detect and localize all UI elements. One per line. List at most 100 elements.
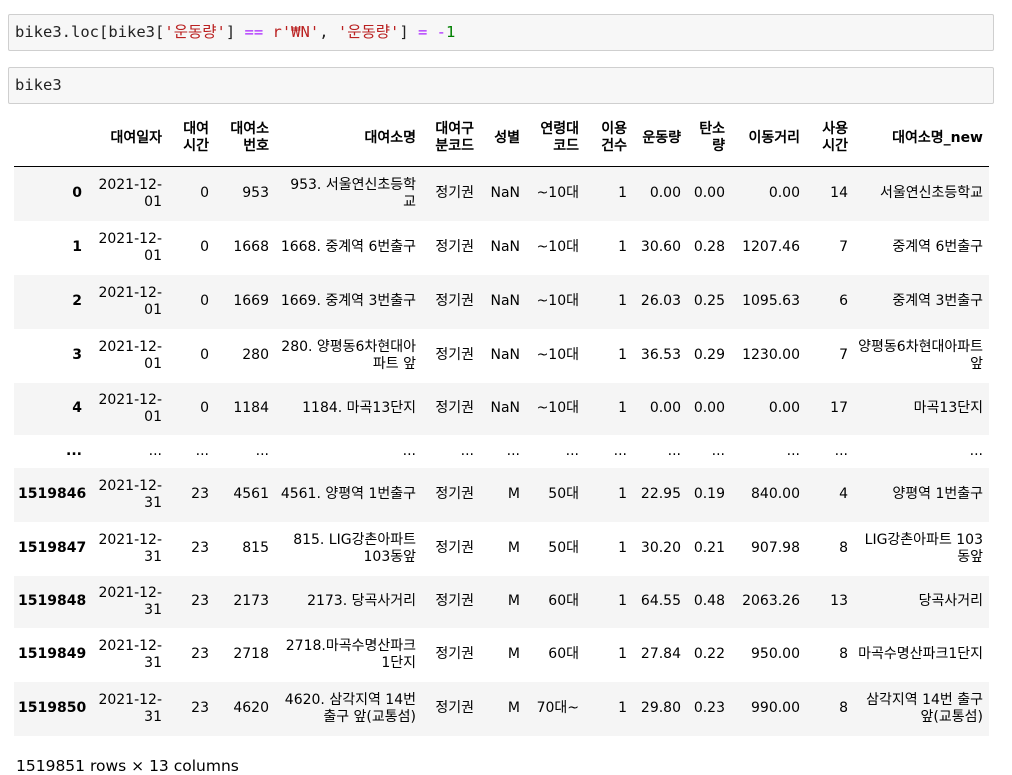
table-cell: 1 [618,700,627,716]
table-cell: 2718 [233,646,269,662]
table-cell: 4561 [233,486,269,502]
table-cell: 0.00 [693,185,725,202]
table-cell: 64.55 [640,593,681,609]
table-cell: 4561. 양평역 1번출구 [280,486,416,502]
column-header: 대여구분코드 [422,110,480,167]
table-cell: 2021-12-01 [98,176,162,210]
code-token: ] [399,23,418,41]
table-cell: 60대 [548,646,579,662]
table-cell: 0 [200,185,209,202]
table-cell: 1 [618,400,627,416]
table-cell: 0.00 [693,400,725,416]
table-cell: 22.95 [640,486,681,502]
table-cell: NaN [490,400,520,416]
table-cell: NaN [490,347,520,363]
table-cell: 953 [242,185,269,202]
table-cell: ... [834,442,848,459]
table-cell: 1 [618,593,627,609]
code-token: [ [155,23,165,41]
table-cell: ... [613,442,627,459]
table-cell: 907.98 [751,540,800,556]
table-cell: 정기권 [435,646,474,662]
table-cell: 정기권 [435,593,474,609]
table-row: ........................................… [14,435,989,468]
column-header: 대여소명 [275,110,422,167]
table-cell: 0.00 [768,400,800,416]
table-cell: 정기권 [435,293,474,309]
table-cell: 2021-12-01 [98,284,162,318]
code-token: 1 [446,23,456,41]
table-cell: 양평동6차현대아파트 앞 [858,338,983,372]
table-cell: 27.84 [640,646,681,662]
table-cell: 280. 양평동6차현대아파트 앞 [281,338,416,372]
table-cell: LIG강촌아파트 103동앞 [864,531,983,565]
table-cell: 서울연신초등학교 [879,185,983,202]
table-cell: 8 [839,646,848,662]
table-cell: 정기권 [435,239,474,255]
code-input-cell-1[interactable]: bike3.loc[bike3['운동량'] == r'₩N', '운동량'] … [8,14,994,51]
table-cell: M [507,646,520,662]
table-row: 1519847 2021-12-31 23 815 815. LIG강촌아파트 103동… [14,522,989,576]
table-cell: 1 [618,293,627,309]
table-cell: 2021-12-31 [98,584,162,618]
table-cell: 1 [618,239,627,255]
table-row: 1519849 2021-12-31 23 2718 2718.마곡수명산파크1단지 정기… [14,628,989,682]
table-cell: ~10대 [536,239,579,255]
table-cell: 990.00 [751,700,800,716]
code-token: '운동량' [164,23,226,41]
table-row: 2 2021-12-01 0 1669 1669. 중계역 3번출구 정기권 NaN ~10대… [14,274,989,329]
code-token: == [244,23,264,41]
code-token: ] [225,23,245,41]
table-cell: 30.60 [640,239,681,255]
table-cell: 23 [191,540,209,556]
table-cell: 1230.00 [742,347,800,363]
table-cell: 4620. 삼각지역 14번 출구 앞(교통섬) [284,691,416,725]
code-token: loc [71,23,100,41]
row-index: 1519847 [18,540,87,556]
column-header: 연령대코드 [526,110,585,167]
table-cell: 0 [200,293,209,309]
code-input-cell-2[interactable]: bike3 [8,67,994,104]
table-cell: 2021-12-31 [98,691,162,725]
row-index: 1519846 [18,486,87,502]
table-cell: ... [667,442,681,459]
table-cell: ... [148,442,162,459]
table-cell: 1 [618,486,627,502]
table-cell: 26.03 [640,293,681,309]
table-cell: ... [969,442,983,459]
code-token: bike3 [15,76,62,94]
table-row: 3 2021-12-01 0 280 280. 양평동6차현대아파트 앞 정기권 NaN ~1… [14,329,989,383]
dataframe-table: 대여일자 대여시간 대여소번호 대여소명 대여구분코드 성별 연령대코드 이용건수 운동량 탄소량… [14,110,989,736]
table-row: 4 2021-12-01 0 1184 1184. 마곡13단지 정기권 NaN ~10대 1 0… [14,382,989,435]
table-cell: 0.23 [693,700,725,716]
table-cell: 1668. 중계역 6번출구 [280,239,416,255]
table-cell: 1669 [233,293,269,309]
table-cell: 23 [191,700,209,716]
table-cell: ~10대 [536,347,579,363]
column-header: 성별 [480,110,526,167]
table-cell: 1669. 중계역 3번출구 [280,293,416,309]
table-cell: 2021-12-31 [98,637,162,671]
table-cell: 2173 [233,593,269,609]
column-header: 사용시간 [806,110,854,167]
table-row: 0 2021-12-01 0 953 953. 서울연신초등학교 정기권 NaN ~10대 1 0… [14,166,989,221]
table-row: 1519846 2021-12-31 23 4561 4561. 양평역 1번출구 정기권… [14,467,989,522]
table-cell: 60대 [548,593,579,609]
table-cell: 13 [830,593,848,609]
table-cell: 8 [839,540,848,556]
table-cell: 36.53 [640,347,681,363]
table-cell: 23 [191,486,209,502]
column-header: 대여소번호 [215,110,275,167]
table-cell: M [507,486,520,502]
table-cell: M [507,593,520,609]
table-cell: 840.00 [751,486,800,502]
column-header: 이용건수 [585,110,633,167]
table-cell: 정기권 [435,486,474,502]
table-cell: 마곡수명산파크1단지 [858,646,983,662]
table-cell: 0.00 [649,185,681,202]
table-cell: 815 [242,540,269,556]
table-cell: 0.29 [693,347,725,363]
row-index: 1 [72,239,82,255]
table-cell: 953. 서울연신초등학교 [290,176,416,210]
